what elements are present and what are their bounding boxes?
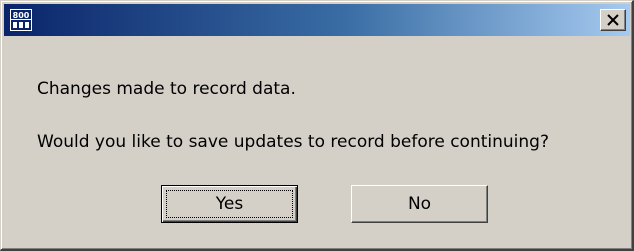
message-text: Changes made to record data. xyxy=(37,79,296,99)
close-button[interactable] xyxy=(600,9,626,31)
yes-button[interactable]: Yes xyxy=(161,185,298,223)
save-changes-dialog: 800 Changes made to record data. Would y… xyxy=(0,0,634,251)
no-button-label: No xyxy=(407,194,432,214)
title-bar[interactable]: 800 xyxy=(4,4,630,36)
svg-text:800: 800 xyxy=(13,11,30,20)
question-text: Would you like to save updates to record… xyxy=(37,132,549,152)
yes-button-label: Yes xyxy=(215,194,244,214)
app-grid-icon: 800 xyxy=(10,9,32,31)
no-button[interactable]: No xyxy=(351,185,488,223)
close-icon xyxy=(607,14,619,26)
